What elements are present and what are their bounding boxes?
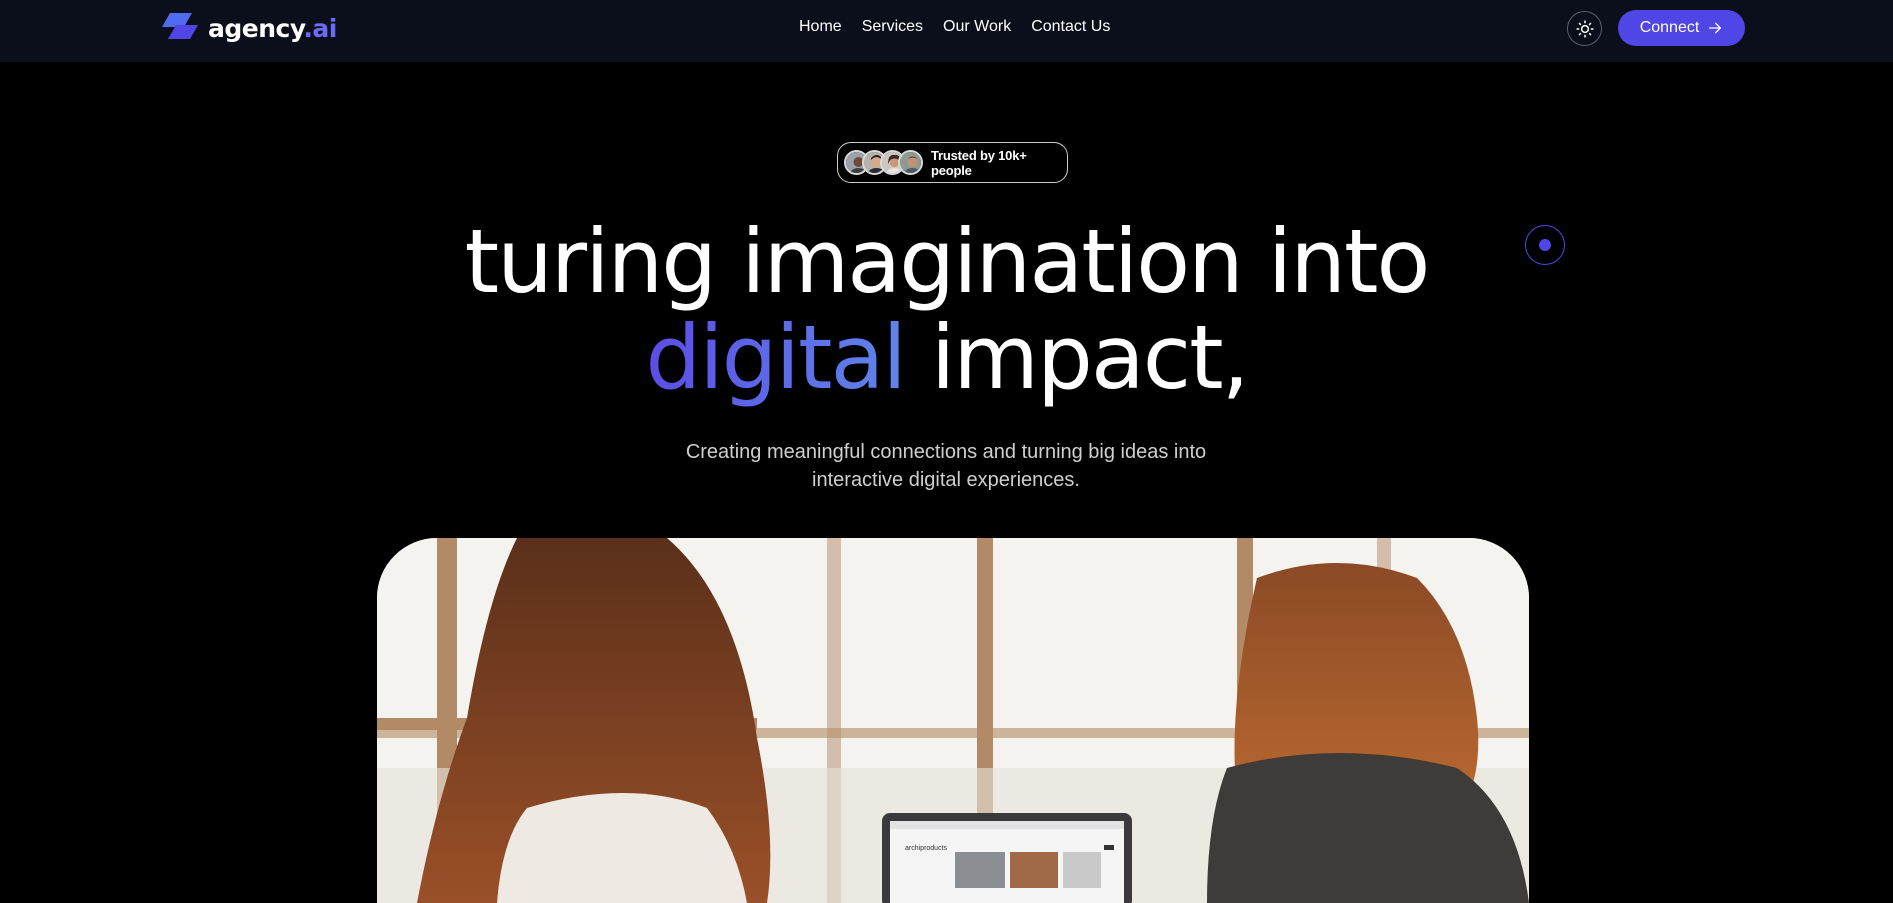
hero-title-line-2: impact, — [904, 306, 1250, 409]
avatar — [898, 150, 923, 175]
sun-icon — [1575, 19, 1594, 38]
hero-subtitle: Creating meaningful connections and turn… — [685, 441, 1207, 491]
hero-title-line-1: turing imagination into — [464, 210, 1431, 313]
hero-photo: archiproducts — [377, 538, 1529, 903]
parallelogram-logo-icon — [162, 13, 198, 39]
laptop-screen-text: archiproducts — [905, 845, 948, 852]
trust-badge: Trusted by 10k+ people — [837, 142, 1068, 183]
nav-link-our-work[interactable]: Our Work — [943, 18, 1011, 36]
nav-link-services[interactable]: Services — [862, 18, 923, 36]
hero-image: archiproducts — [377, 538, 1529, 903]
brand-name: agency — [208, 13, 304, 43]
connect-button-label: Connect — [1639, 19, 1700, 36]
trust-badge-text: Trusted by 10k+ people — [931, 147, 1027, 178]
avatar-group — [844, 150, 923, 175]
top-navbar: agency.ai Home Services Our Work Contact… — [0, 0, 1893, 62]
hero-title: turing imagination into digital impact, — [0, 214, 1893, 406]
theme-toggle-button[interactable] — [1567, 11, 1602, 46]
arrow-right-icon — [1709, 22, 1722, 34]
hero-title-accent: digital — [645, 306, 906, 409]
brand-tld: .ai — [303, 13, 337, 43]
connect-button[interactable]: Connect — [1618, 10, 1745, 46]
nav-link-home[interactable]: Home — [799, 18, 842, 36]
main-nav: Home Services Our Work Contact Us — [799, 18, 1110, 36]
cursor-follower — [1525, 225, 1565, 265]
brand-logo[interactable]: agency.ai — [160, 13, 337, 43]
nav-link-contact-us[interactable]: Contact Us — [1031, 18, 1110, 36]
